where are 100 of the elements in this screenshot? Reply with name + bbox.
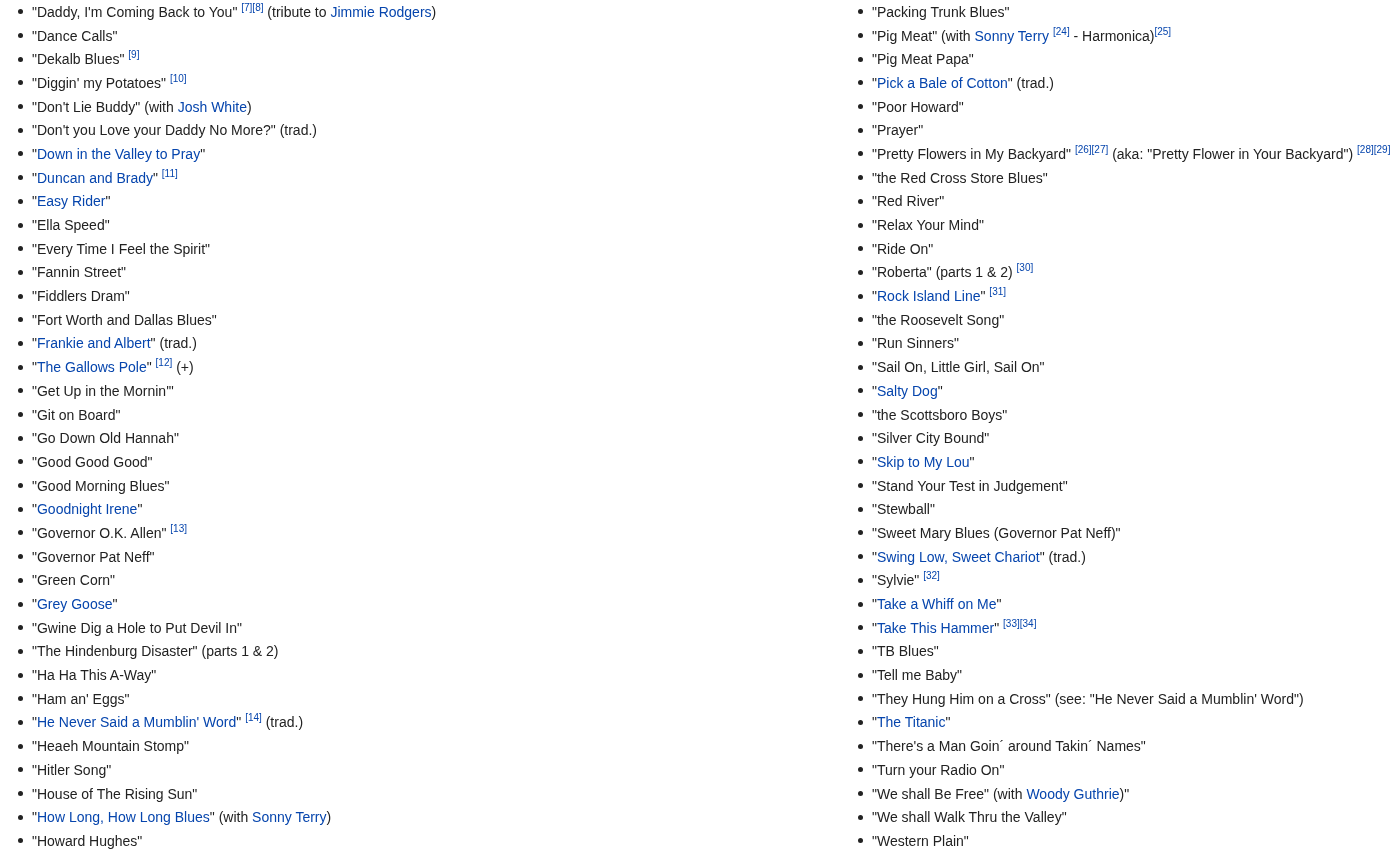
bullet-icon (18, 80, 23, 86)
citation-link[interactable]: [33] (1003, 618, 1020, 630)
link[interactable]: The Titanic (877, 714, 946, 731)
citation-link[interactable]: [11] (161, 168, 178, 179)
citation-link[interactable]: [10] (169, 73, 187, 85)
bullet-icon (858, 364, 863, 370)
bullet-icon (858, 791, 863, 797)
citation-link[interactable]: [31] (989, 286, 1007, 298)
bullet-icon (858, 9, 863, 15)
link[interactable]: Jimmie Rodgers (330, 3, 432, 20)
list-item: "Red River" (872, 193, 945, 210)
bullet-icon (18, 435, 23, 441)
link[interactable]: Woody Guthrie (1026, 785, 1120, 802)
citation-link[interactable]: [25] (1154, 25, 1172, 37)
link[interactable]: Frankie and Albert (37, 335, 151, 352)
list-item: "Sail On, Little Girl, Sail On" (872, 359, 1045, 376)
list-item: "Roberta" (parts 1 & 2) $^{[30]}$ (872, 264, 1034, 281)
bullet-icon (858, 814, 863, 820)
list-item: "Easy Rider" (32, 193, 111, 210)
bullet-icon (18, 293, 23, 299)
bullet-icon (18, 151, 23, 157)
list-item: "Good Morning Blues" (32, 477, 170, 494)
bullet-icon (858, 625, 863, 631)
bullet-icon (18, 9, 23, 15)
list-item: "Stewball" (872, 501, 935, 518)
bullet-icon (858, 317, 863, 323)
link[interactable]: Sonny Terry (974, 27, 1049, 44)
link[interactable]: Duncan and Brady (37, 169, 153, 186)
list-item: "Git on Board" (32, 406, 121, 423)
citation-link[interactable]: [26] (1074, 144, 1092, 156)
bullet-icon (18, 388, 23, 394)
citation-link[interactable]: [27] (1091, 144, 1109, 156)
list-item: "the Scottsboro Boys" (872, 406, 1008, 423)
list-item: "Don't you Love your Daddy No More?" (trad.) (32, 122, 317, 139)
bullet-icon (18, 104, 23, 110)
citation-link[interactable]: [28] (1357, 144, 1374, 156)
bullet-icon (858, 719, 863, 725)
link[interactable]: Skip to My Lou (877, 453, 970, 470)
link[interactable]: Take a Whiff on Me (877, 596, 997, 613)
list-item: "Sylvie" $^{[32]}$ (872, 572, 940, 589)
list-item: "Gwine Dig a Hole to Put Devil In" (32, 619, 242, 636)
bullet-icon (858, 56, 863, 62)
link[interactable]: Josh White (177, 98, 247, 115)
citation-link[interactable]: [13] (170, 523, 188, 535)
link[interactable]: He Never Said a Mumblin' Word (37, 714, 237, 731)
link[interactable]: Down in the Valley to Pray (37, 145, 201, 162)
citation-link[interactable]: [12] (155, 357, 173, 369)
citation-link[interactable]: [34] (1019, 618, 1037, 630)
link[interactable]: Sonny Terry (252, 809, 327, 826)
list-item: "Dance Calls" (32, 27, 118, 44)
list-item: "Grey Goose" (32, 596, 118, 613)
citation-link[interactable]: [9] (128, 49, 140, 61)
bullet-icon (18, 269, 23, 275)
bullet-icon (18, 412, 23, 418)
list-item: "TB Blues" (872, 643, 939, 660)
list-item: "How Long, How Long Blues" (with Sonny Terry) (32, 809, 332, 826)
list-item: "Get Up in the Mornin'" (32, 382, 174, 399)
citation-link[interactable]: [30] (1016, 262, 1034, 274)
citation-link[interactable]: [8] (252, 2, 264, 14)
bullet-icon (18, 814, 23, 820)
bullet-icon (858, 104, 863, 110)
link[interactable]: Goodnight Irene (37, 501, 138, 518)
list-item: "Pig Meat Papa" (872, 51, 974, 68)
list-item: "Down in the Valley to Pray" (32, 145, 206, 162)
bullet-icon (18, 791, 23, 797)
citation-link[interactable]: [24] (1053, 25, 1070, 37)
bullet-icon (858, 838, 863, 844)
link[interactable]: Rock Island Line (877, 288, 981, 305)
list-item: "Relax Your Mind" (872, 217, 984, 234)
list-item: "We shall Walk Thru the Valley" (872, 809, 1067, 826)
list-item: "the Red Cross Store Blues" (872, 169, 1048, 186)
link[interactable]: Pick a Bale of Cotton (877, 74, 1008, 91)
link[interactable]: Easy Rider (37, 193, 106, 210)
list-item: "Pig Meat" (with Sonny Terry $^{[24]}$ - Harmonica)$^{[25]}$ (872, 27, 1172, 44)
list-item: "Hitler Song" (32, 761, 112, 778)
link[interactable]: The Gallows Pole (37, 359, 147, 376)
bullet-icon (858, 554, 863, 560)
list-item: "Green Corn" (32, 572, 116, 589)
link[interactable]: How Long, How Long Blues (37, 809, 210, 826)
list-item: "They Hung Him on a Cross" (see: "He Never Said a Mumblin' Word") (872, 690, 1304, 707)
bullet-icon (858, 198, 863, 204)
bullet-icon (858, 506, 863, 512)
link[interactable]: Take This Hammer (877, 619, 995, 636)
list-item: "Rock Island Line" $^{[31]}$ (872, 288, 1007, 305)
bullet-icon (858, 648, 863, 654)
list-item: "Western Plain" (872, 832, 969, 849)
link[interactable]: Salty Dog (877, 382, 938, 399)
list-item: "Ride On" (872, 240, 934, 257)
list-item: "The Hindenburg Disaster" (parts 1 & 2) (32, 643, 279, 660)
citation-link[interactable]: [29] (1373, 144, 1391, 156)
bullet-icon (858, 175, 863, 181)
list-item: "Take a Whiff on Me" (872, 596, 1002, 613)
bullet-icon (858, 696, 863, 702)
bullet-icon (18, 554, 23, 560)
bullet-icon (858, 530, 863, 536)
link[interactable]: Grey Goose (37, 596, 113, 613)
link[interactable]: Swing Low, Sweet Chariot (877, 548, 1040, 565)
citation-link[interactable]: [32] (923, 570, 940, 582)
citation-link[interactable]: [14] (245, 712, 262, 724)
bullet-icon (858, 388, 863, 394)
